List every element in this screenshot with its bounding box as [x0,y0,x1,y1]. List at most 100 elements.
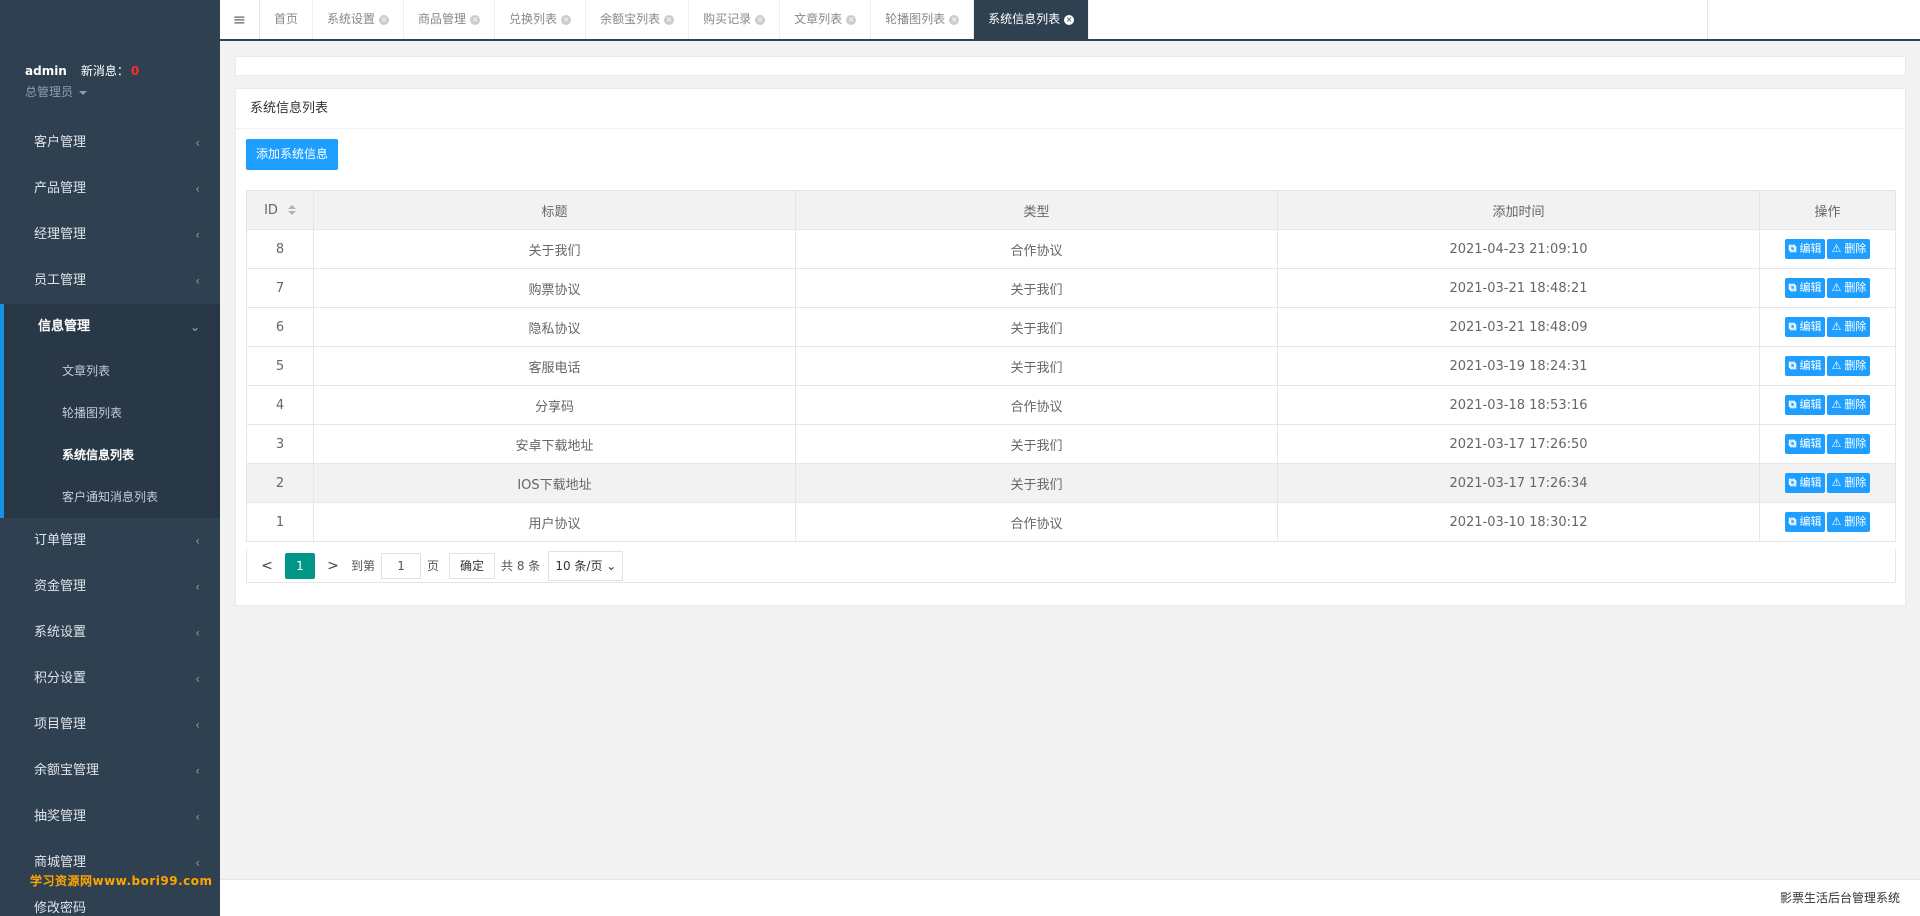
cell-type: 关于我们 [795,463,1278,503]
cell-id: 4 [246,385,314,425]
edit-button[interactable]: ⧉ 编辑 [1784,434,1826,454]
tab-item[interactable]: 首页 [260,0,314,39]
submenu-item[interactable]: 系统信息列表 [4,434,220,476]
menu-top-group: 客户管理 ‹ 产品管理 ‹ 经理管理 ‹ 员工管理 ‹ [0,120,220,304]
per-page-value: 10 条/页 [555,558,603,573]
table-row: 3 安卓下载地址 关于我们 2021-03-17 17:26:50 ⧉ 编辑 ⚠ 删除 [246,424,1896,464]
delete-button[interactable]: ⚠ 删除 [1827,473,1871,493]
table-row: 6 隐私协议 关于我们 2021-03-21 18:48:09 ⧉ 编辑 ⚠ 删除 [246,307,1896,347]
copy-icon: ⧉ [1788,398,1797,411]
col-time-header: 添加时间 [1277,190,1760,230]
close-tab-icon[interactable]: × [755,14,766,25]
cell-time: 2021-03-17 17:26:34 [1277,463,1760,503]
cell-type: 合作协议 [795,385,1278,425]
submenu-item[interactable]: 文章列表 [4,350,220,392]
role-dropdown[interactable]: 总管理员 [25,83,220,100]
menu-label: 客户管理 [34,135,87,150]
menu-item[interactable]: 项目管理 ‹ [0,702,220,748]
chevron-left-icon: ‹ [195,228,200,242]
tab-item[interactable]: 商品管理 × [404,0,496,39]
delete-button[interactable]: ⚠ 删除 [1827,278,1871,298]
table-body: 8 关于我们 合作协议 2021-04-23 21:09:10 ⧉ 编辑 ⚠ 删除 7 购票协议关… [246,229,1896,542]
menu-item[interactable]: 订单管理 ‹ [0,518,220,564]
close-tab-icon[interactable]: × [949,14,960,25]
tab-item[interactable]: 系统设置 × [313,0,405,39]
submenu-item[interactable]: 客户通知消息列表 [4,476,220,518]
delete-button[interactable]: ⚠ 删除 [1827,317,1871,337]
close-tab-icon[interactable]: × [561,14,572,25]
sort-icon[interactable] [287,205,296,215]
cell-type: 关于我们 [795,268,1278,308]
menu-item[interactable]: 余额宝管理 ‹ [0,748,220,794]
menu-label: 订单管理 [34,533,87,548]
close-tab-icon[interactable]: × [470,14,481,25]
close-tab-icon[interactable]: × [1064,14,1075,25]
warning-icon: ⚠ [1831,320,1842,333]
edit-button[interactable]: ⧉ 编辑 [1784,395,1826,415]
tab-item[interactable]: 兑换列表 × [495,0,587,39]
tab-item[interactable]: 系统信息列表 × [974,0,1090,39]
cell-time: 2021-03-21 18:48:09 [1277,307,1760,347]
main-content: 系统信息列表 添加系统信息 ID 标题 类型 添加时间 操作 8 关于我们 合作协议… [220,41,1920,879]
table-row: 1 用户协议 合作协议 2021-03-10 18:30:12 ⧉ 编辑 ⚠ 删除 [246,502,1896,542]
chevron-left-icon: ‹ [195,580,200,594]
new-message-count[interactable]: 0 [131,64,139,78]
menu-label: 信息管理 [38,319,91,334]
tab-item[interactable]: 余额宝列表 × [586,0,690,39]
col-id-header[interactable]: ID [246,190,314,230]
next-page-icon[interactable]: > [321,558,345,574]
edit-button[interactable]: ⧉ 编辑 [1784,512,1826,532]
col-action-header: 操作 [1759,190,1896,230]
tab-label: 兑换列表 [509,12,558,26]
submenu-item[interactable]: 轮播图列表 [4,392,220,434]
menu-label: 产品管理 [34,181,87,196]
cell-actions: ⧉ 编辑 ⚠ 删除 [1759,229,1896,269]
delete-button[interactable]: ⚠ 删除 [1827,395,1871,415]
new-message-label[interactable]: 新消息： [81,64,129,78]
topbar-right-area [1707,0,1920,39]
edit-label: 编辑 [1799,437,1822,450]
tab-label: 余额宝列表 [600,12,661,26]
hamburger-menu-icon[interactable]: ≡ [220,0,260,39]
cell-id: 7 [246,268,314,308]
tab-item[interactable]: 文章列表 × [780,0,872,39]
menu-item[interactable]: 产品管理 ‹ [0,166,220,212]
warning-icon: ⚠ [1831,515,1842,528]
table-row: 7 购票协议 关于我们 2021-03-21 18:48:21 ⧉ 编辑 ⚠ 删除 [246,268,1896,308]
delete-button[interactable]: ⚠ 删除 [1827,434,1871,454]
menu-info-management[interactable]: 信息管理 ⌄ [0,304,220,350]
menu-label: 商城管理 [34,855,87,870]
menu-item[interactable]: 积分设置 ‹ [0,656,220,702]
menu-item[interactable]: 系统设置 ‹ [0,610,220,656]
menu-item[interactable]: 抽奖管理 ‹ [0,794,220,840]
empty-search-bar [235,56,1906,76]
delete-button[interactable]: ⚠ 删除 [1827,512,1871,532]
menu-item[interactable]: 修改密码 [0,886,220,916]
copy-icon: ⧉ [1788,437,1797,450]
add-system-info-button[interactable]: 添加系统信息 [246,139,339,170]
per-page-select[interactable]: 10 条/页 ⌄ [548,550,624,581]
menu-item[interactable]: 客户管理 ‹ [0,120,220,166]
copy-icon: ⧉ [1788,515,1797,528]
menu-item[interactable]: 资金管理 ‹ [0,564,220,610]
page-number-input[interactable]: 1 [381,552,422,579]
tab-item[interactable]: 轮播图列表 × [871,0,975,39]
prev-page-icon[interactable]: < [255,558,279,574]
edit-button[interactable]: ⧉ 编辑 [1784,239,1826,259]
tab-item[interactable]: 购买记录 × [689,0,781,39]
edit-button[interactable]: ⧉ 编辑 [1784,278,1826,298]
close-tab-icon[interactable]: × [664,14,675,25]
menu-item[interactable]: 员工管理 ‹ [0,258,220,304]
cell-title: 分享码 [313,385,796,425]
confirm-page-button[interactable]: 确定 [449,552,496,579]
menu-item[interactable]: 经理管理 ‹ [0,212,220,258]
close-tab-icon[interactable]: × [846,14,857,25]
close-tab-icon[interactable]: × [379,14,390,25]
edit-button[interactable]: ⧉ 编辑 [1784,473,1826,493]
edit-button[interactable]: ⧉ 编辑 [1784,356,1826,376]
delete-button[interactable]: ⚠ 删除 [1827,239,1871,259]
edit-button[interactable]: ⧉ 编辑 [1784,317,1826,337]
delete-button[interactable]: ⚠ 删除 [1827,356,1871,376]
footer: 影票生活后台管理系统 [220,879,1920,916]
current-page[interactable]: 1 [285,552,315,579]
